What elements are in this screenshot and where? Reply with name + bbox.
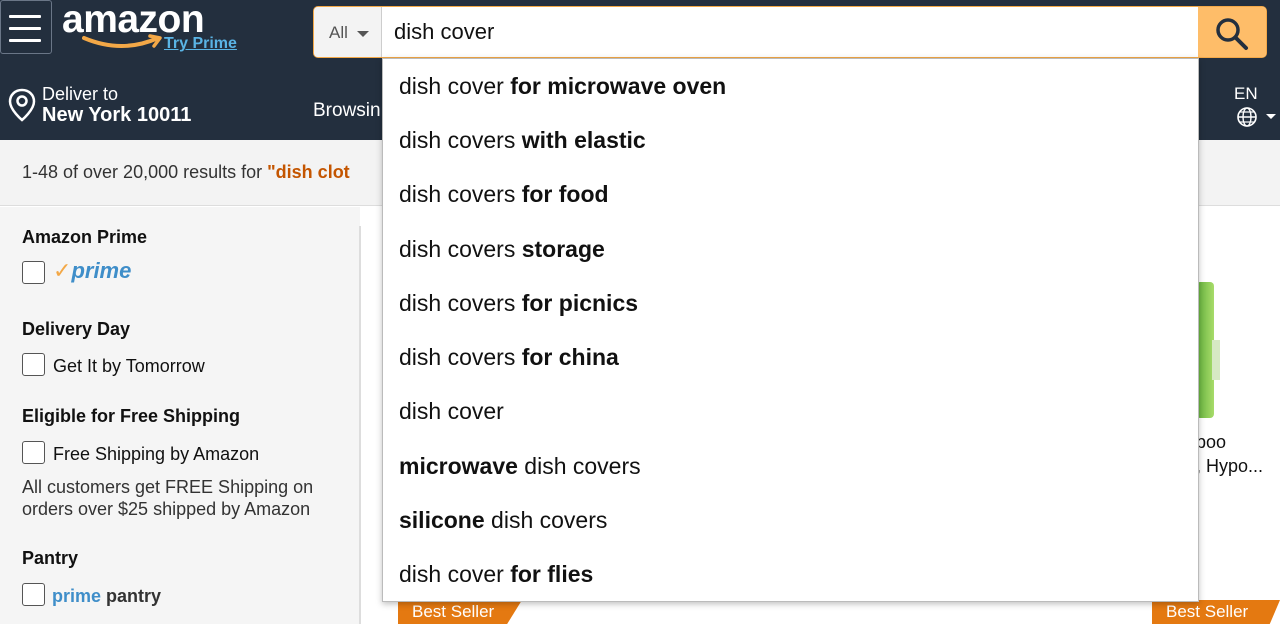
suggestion-item[interactable]: silicone dish covers — [383, 493, 1198, 547]
amazon-logo[interactable]: amazon Try Prime — [62, 0, 252, 60]
suggestion-item[interactable]: dish cover for flies — [383, 547, 1198, 601]
hamburger-icon — [9, 15, 41, 18]
prime-word: prime — [71, 258, 132, 283]
get-it-tomorrow-checkbox[interactable] — [22, 353, 45, 376]
suggestion-item[interactable]: dish covers with elastic — [383, 113, 1198, 167]
deliver-label: Deliver to — [42, 84, 119, 104]
location-pin-icon — [8, 88, 36, 122]
free-shipping-note: All customers get FREE Shipping on order… — [22, 477, 314, 519]
get-it-tomorrow-label[interactable]: Get It by Tomorrow — [53, 356, 205, 377]
globe-icon — [1237, 107, 1257, 127]
hamburger-icon — [9, 39, 41, 42]
prime-checkbox[interactable] — [22, 261, 45, 284]
suggestion-plain-text: dish covers — [399, 181, 516, 207]
suggestion-bold-text: for microwave oven — [503, 73, 727, 99]
deliver-to-location[interactable]: Deliver to New York 10011 — [8, 82, 228, 130]
suggestion-plain-text: dish covers — [399, 344, 516, 370]
try-prime-link[interactable]: Try Prime — [164, 35, 237, 53]
amazon-prime-heading: Amazon Prime — [22, 227, 148, 247]
results-prefix: 1-48 of over 20,000 results for — [22, 162, 268, 182]
pantry-checkbox[interactable] — [22, 583, 45, 606]
suggestion-item[interactable]: dish covers for picnics — [383, 276, 1198, 330]
suggestion-item[interactable]: dish covers storage — [383, 222, 1198, 276]
deliver-location: New York 10011 — [42, 104, 192, 126]
suggestion-plain-text: dish cover — [399, 561, 504, 587]
search-input[interactable] — [384, 7, 1199, 57]
suggestion-bold-text: for picnics — [515, 290, 639, 316]
suggestion-item[interactable]: dish cover — [383, 384, 1198, 438]
pantry-prime-word: prime — [52, 586, 102, 606]
prime-pantry-label[interactable]: prime pantry — [52, 586, 161, 607]
delivery-day-heading: Delivery Day — [22, 319, 131, 339]
suggestion-bold-text: storage — [515, 236, 605, 262]
menu-button[interactable] — [0, 0, 52, 54]
results-query: "dish clot — [267, 162, 350, 182]
search-category-select[interactable]: All — [314, 7, 382, 57]
suggestion-plain-text: dish covers — [399, 236, 516, 262]
suggestion-item[interactable]: dish cover for microwave oven — [383, 59, 1198, 113]
caret-down-icon — [357, 31, 369, 37]
smile-arrow-icon — [82, 34, 162, 48]
suggestion-plain-text: dish cover — [399, 73, 504, 99]
best-seller-badge: Best Seller — [1152, 600, 1280, 624]
results-count: 1-48 of over 20,000 results for "dish cl… — [22, 162, 350, 183]
suggestion-bold-text: with elastic — [515, 127, 646, 153]
search-suggestions-dropdown: dish cover for microwave oven dish cover… — [382, 58, 1199, 602]
search-category-label: All — [329, 23, 348, 42]
prime-logo[interactable]: ✓prime — [53, 258, 131, 284]
search-icon — [1216, 18, 1248, 50]
browsing-history-link[interactable]: Browsin — [313, 100, 381, 122]
language-code: EN — [1234, 84, 1258, 103]
suggestion-plain-text: dish covers — [399, 127, 516, 153]
language-selector[interactable]: EN — [1230, 82, 1280, 132]
suggestion-bold-text: for food — [515, 181, 609, 207]
product-title-fragment[interactable]: , Hypo... — [1196, 456, 1263, 477]
product-title-fragment[interactable]: boo — [1196, 432, 1226, 453]
suggestion-plain-text: dish covers — [517, 453, 641, 479]
prime-check-icon: ✓ — [53, 258, 72, 283]
search-bar: All — [313, 6, 1267, 58]
hamburger-icon — [9, 27, 41, 30]
suggestion-bold-text: microwave — [399, 453, 518, 479]
free-shipping-label[interactable]: Free Shipping by Amazon — [53, 444, 259, 465]
search-button[interactable] — [1198, 7, 1266, 57]
suggestion-bold-text: silicone — [399, 507, 485, 533]
free-shipping-heading: Eligible for Free Shipping — [22, 406, 241, 426]
suggestion-plain-text: dish covers — [399, 290, 516, 316]
suggestion-bold-text: for china — [515, 344, 619, 370]
suggestion-item[interactable]: microwave dish covers — [383, 439, 1198, 493]
pantry-word: pantry — [106, 586, 162, 606]
caret-down-icon — [1266, 114, 1276, 119]
product-image-detail — [1212, 340, 1220, 380]
free-shipping-checkbox[interactable] — [22, 441, 45, 464]
suggestion-item[interactable]: dish covers for food — [383, 167, 1198, 221]
best-seller-badge: Best Seller — [398, 600, 522, 624]
pantry-heading: Pantry — [22, 548, 79, 568]
suggestion-bold-text: for flies — [503, 561, 594, 587]
suggestion-plain-text: dish covers — [484, 507, 608, 533]
suggestion-item[interactable]: dish covers for china — [383, 330, 1198, 384]
sidebar-divider — [359, 226, 361, 624]
suggestion-plain-text: dish cover — [399, 398, 504, 424]
